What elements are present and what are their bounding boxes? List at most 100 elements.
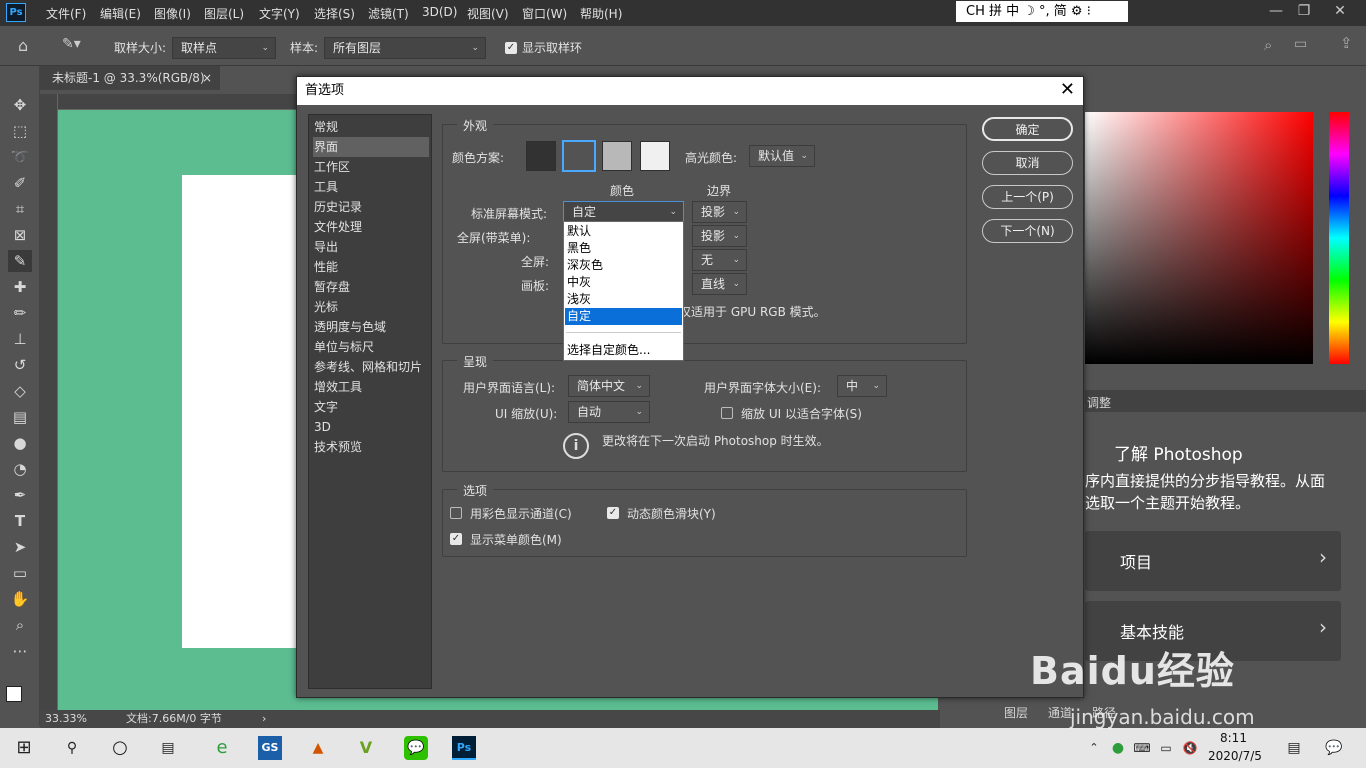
fullscreen-border-select[interactable]: 无 ⌄ <box>692 249 747 271</box>
eraser-tool-icon[interactable]: ◇ <box>8 380 32 402</box>
gs-app-icon[interactable]: GS <box>258 736 282 760</box>
nav-general[interactable]: 常规 <box>313 117 429 137</box>
color-scheme-medium-dark[interactable] <box>562 140 596 172</box>
rectangle-tool-icon[interactable]: ▭ <box>8 562 32 584</box>
nav-history[interactable]: 历史记录 <box>313 197 429 217</box>
ui-language-select[interactable]: 简体中文 ⌄ <box>568 375 650 397</box>
fullscreen-menu-border-select[interactable]: 投影 ⌄ <box>692 225 747 247</box>
menu-filter[interactable]: 滤镜(T) <box>368 5 409 22</box>
menu-select[interactable]: 选择(S) <box>314 5 355 22</box>
battery-icon[interactable]: ▭ <box>1154 736 1178 760</box>
nav-file-handling[interactable]: 文件处理 <box>313 217 429 237</box>
zoom-level[interactable]: 33.33% <box>45 710 87 728</box>
document-tab[interactable]: 未标题-1 @ 33.3%(RGB/8) × <box>40 66 220 90</box>
nav-interface[interactable]: 界面 <box>313 137 429 157</box>
highlight-color-select[interactable]: 默认值 ⌄ <box>749 145 815 167</box>
close-icon[interactable]: ✕ <box>1326 2 1354 22</box>
stamp-tool-icon[interactable]: ⊥ <box>8 328 32 350</box>
nav-export[interactable]: 导出 <box>313 237 429 257</box>
nav-guides-grid[interactable]: 参考线、网格和切片 <box>313 357 429 377</box>
tray-expand-icon[interactable]: ⌃ <box>1082 736 1106 760</box>
history-brush-icon[interactable]: ↺ <box>8 354 32 376</box>
option-light-gray[interactable]: 浅灰 <box>565 291 682 308</box>
ok-button[interactable]: 确定 <box>982 117 1073 141</box>
option-medium-gray[interactable]: 中灰 <box>565 274 682 291</box>
menu-edit[interactable]: 编辑(E) <box>100 5 141 22</box>
artboard-border-select[interactable]: 直线 ⌄ <box>692 273 747 295</box>
nav-performance[interactable]: 性能 <box>313 257 429 277</box>
color-scheme-dark[interactable] <box>526 141 556 171</box>
clock-date[interactable]: 2020/7/5 <box>1208 749 1262 763</box>
browser-icon[interactable]: e <box>210 736 234 760</box>
gradient-tool-icon[interactable]: ▤ <box>8 406 32 428</box>
photoshop-taskbar-icon[interactable]: Ps <box>452 736 476 760</box>
menu-3d[interactable]: 3D(D) <box>422 5 457 19</box>
input-icon[interactable]: ⌨ <box>1130 736 1154 760</box>
standard-mode-color-select[interactable]: 自定 ⌄ <box>563 201 684 223</box>
search-icon[interactable]: ⚲ <box>60 736 84 760</box>
color-scheme-medium-light[interactable] <box>602 141 632 171</box>
workspace-icon[interactable]: ▭ <box>1294 36 1307 52</box>
previous-button[interactable]: 上一个(P) <box>982 185 1073 209</box>
healing-brush-icon[interactable]: ✚ <box>8 276 32 298</box>
task-view-icon[interactable]: ▤ <box>156 736 180 760</box>
chevron-right-icon[interactable]: › <box>262 710 266 728</box>
type-tool-icon[interactable]: T <box>8 510 32 532</box>
sample-select[interactable]: 所有图层 ⌄ <box>324 37 486 59</box>
nav-scratch-disks[interactable]: 暂存盘 <box>313 277 429 297</box>
close-icon[interactable]: ✕ <box>1060 79 1075 101</box>
nav-tech-preview[interactable]: 技术预览 <box>313 437 429 457</box>
menu-view[interactable]: 视图(V) <box>467 5 509 22</box>
standard-mode-border-select[interactable]: 投影 ⌄ <box>692 201 747 223</box>
option-black[interactable]: 黑色 <box>565 240 682 257</box>
ime-toolbar[interactable]: CH 拼 中 ☽ °, 简 ⚙ ⁝ <box>956 1 1128 22</box>
matlab-icon[interactable]: ▲ <box>306 736 330 760</box>
menu-type[interactable]: 文字(Y) <box>259 5 300 22</box>
menu-window[interactable]: 窗口(W) <box>522 5 567 22</box>
clock-time[interactable]: 8:11 <box>1220 731 1247 745</box>
sample-size-select[interactable]: 取样点 ⌄ <box>172 37 276 59</box>
restore-icon[interactable]: ❐ <box>1290 2 1318 22</box>
menu-layer[interactable]: 图层(L) <box>204 5 244 22</box>
nav-workspace[interactable]: 工作区 <box>313 157 429 177</box>
foreground-color-swatch[interactable] <box>6 686 22 702</box>
nav-plugins[interactable]: 增效工具 <box>313 377 429 397</box>
frame-tool-icon[interactable]: ⊠ <box>8 224 32 246</box>
cancel-button[interactable]: 取消 <box>982 151 1073 175</box>
crop-tool-icon[interactable]: ⌗ <box>8 198 32 220</box>
menu-colors-checkbox[interactable]: ✓ <box>450 533 462 545</box>
lasso-tool-icon[interactable]: ➰ <box>8 146 32 168</box>
more-tools-icon[interactable]: ⋯ <box>8 640 32 662</box>
quick-select-tool-icon[interactable]: ✐ <box>8 172 32 194</box>
tab-layers[interactable]: 图层 <box>1004 704 1028 721</box>
search-icon[interactable]: ⌕ <box>1264 36 1272 54</box>
tab-close-icon[interactable]: × <box>202 66 212 90</box>
wechat-icon[interactable]: 💬 <box>404 736 428 760</box>
windows-start-icon[interactable]: ⊞ <box>12 736 36 760</box>
zoom-tool-icon[interactable]: ⌕ <box>8 614 32 636</box>
scale-ui-checkbox[interactable] <box>721 407 733 419</box>
tab-channels[interactable]: 通道 <box>1048 704 1072 721</box>
dodge-tool-icon[interactable]: ◔ <box>8 458 32 480</box>
card-projects[interactable]: 项目 › <box>1085 531 1341 591</box>
color-scheme-light[interactable] <box>640 141 670 171</box>
minimize-icon[interactable]: — <box>1262 2 1290 22</box>
option-select-custom-color[interactable]: 选择自定颜色... <box>565 342 682 359</box>
eyedropper-icon[interactable]: ✎▾ <box>62 36 81 52</box>
color-field[interactable] <box>1085 112 1313 364</box>
volume-mute-icon[interactable]: 🔇 <box>1178 736 1202 760</box>
nav-units-rulers[interactable]: 单位与标尺 <box>313 337 429 357</box>
option-default[interactable]: 默认 <box>565 223 682 240</box>
menu-help[interactable]: 帮助(H) <box>580 5 622 22</box>
path-select-icon[interactable]: ➤ <box>8 536 32 558</box>
document-canvas[interactable] <box>182 175 297 648</box>
move-tool-icon[interactable]: ✥ <box>8 94 32 116</box>
tray-app-icon[interactable]: ● <box>1106 736 1130 760</box>
eyedropper-tool-icon[interactable]: ✎ <box>8 250 32 272</box>
notification-icon[interactable]: 💬 <box>1322 736 1346 760</box>
blur-tool-icon[interactable]: ● <box>8 432 32 454</box>
vim-icon[interactable]: V <box>354 736 378 760</box>
menu-file[interactable]: 文件(F) <box>46 5 86 22</box>
dynamic-sliders-checkbox[interactable]: ✓ <box>607 507 619 519</box>
ui-scale-select[interactable]: 自动 ⌄ <box>568 401 650 423</box>
